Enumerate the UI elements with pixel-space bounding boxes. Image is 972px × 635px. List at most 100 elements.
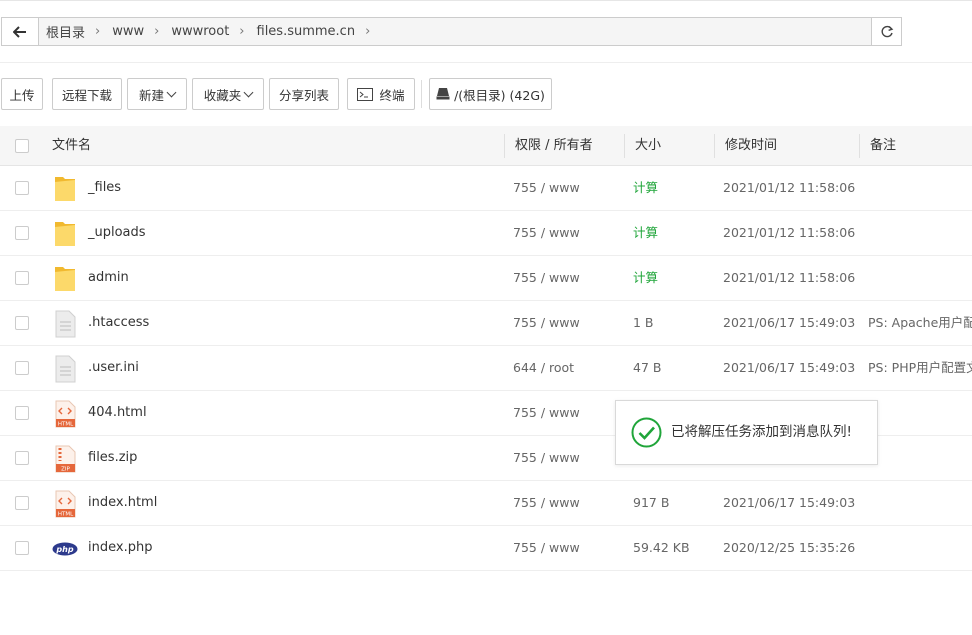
- folder-icon: [55, 222, 75, 246]
- php-label: php: [55, 545, 73, 554]
- refresh-button[interactable]: [871, 18, 901, 45]
- zip-label: ZIP: [61, 467, 70, 473]
- php-file-icon: php: [52, 542, 78, 556]
- row-checkbox[interactable]: [15, 406, 29, 420]
- html-label: HTML: [58, 422, 74, 428]
- breadcrumb-root[interactable]: 根目录: [46, 22, 85, 41]
- header-mtime[interactable]: 修改时间: [725, 126, 777, 166]
- file-permission[interactable]: 755 / www: [513, 391, 580, 435]
- file-name[interactable]: index.html: [88, 481, 157, 525]
- terminal-button[interactable]: 终端: [347, 78, 415, 110]
- breadcrumb-site[interactable]: files.summe.cn: [257, 24, 356, 39]
- text-file-icon: [55, 310, 76, 338]
- header-permission[interactable]: 权限 / 所有者: [515, 126, 593, 166]
- file-permission[interactable]: 755 / www: [513, 211, 580, 255]
- hard-drive-icon: [436, 88, 450, 100]
- remote-download-button[interactable]: 远程下载: [52, 78, 122, 110]
- column-divider: [504, 134, 505, 158]
- terminal-icon: [357, 87, 374, 101]
- file-permission[interactable]: 755 / www: [513, 436, 580, 480]
- breadcrumb-www[interactable]: www: [112, 24, 144, 39]
- row-checkbox[interactable]: [15, 451, 29, 465]
- upload-button-label: 上传: [9, 87, 35, 103]
- arrow-left-icon: [13, 25, 26, 38]
- row-checkbox[interactable]: [15, 226, 29, 240]
- file-permission[interactable]: 755 / www: [513, 256, 580, 300]
- folder-icon: [55, 177, 75, 201]
- file-permission[interactable]: 755 / www: [513, 166, 580, 210]
- back-button[interactable]: [2, 18, 39, 45]
- file-permission[interactable]: 644 / root: [513, 346, 574, 390]
- file-note[interactable]: PS: Apache用户配置: [868, 301, 972, 345]
- chevron-down-icon: [166, 87, 177, 97]
- calculate-size-link[interactable]: 计算: [633, 256, 658, 300]
- file-mtime: 2020/12/25 15:35:26: [723, 540, 856, 555]
- terminal-label: 终端: [379, 87, 405, 103]
- file-name[interactable]: admin: [88, 256, 129, 300]
- breadcrumb-wwwroot[interactable]: wwwroot: [171, 24, 229, 39]
- select-all-checkbox[interactable]: [15, 139, 29, 153]
- new-dropdown-button[interactable]: 新建: [127, 78, 187, 110]
- row-checkbox[interactable]: [15, 316, 29, 330]
- header-note[interactable]: 备注: [870, 126, 896, 166]
- row-checkbox[interactable]: [15, 271, 29, 285]
- file-name[interactable]: index.php: [88, 526, 152, 570]
- table-row[interactable]: php index.php 755 / www 59.42 KB 2020/12…: [0, 526, 972, 571]
- favorites-dropdown-button[interactable]: 收藏夹: [192, 78, 264, 110]
- chevron-right-icon: ›: [154, 24, 160, 39]
- breadcrumb: 根目录 › www › wwwroot › files.summe.cn ›: [38, 18, 382, 45]
- text-file-icon: [55, 355, 76, 383]
- table-row[interactable]: _uploads 755 / www 计算 2021/01/12 11:58:0…: [0, 211, 972, 256]
- table-row[interactable]: _files 755 / www 计算 2021/01/12 11:58:06: [0, 166, 972, 211]
- file-name[interactable]: _uploads: [88, 211, 146, 255]
- file-mtime: 2021/01/12 11:58:06: [723, 270, 856, 285]
- file-table-header: 文件名 权限 / 所有者 大小 修改时间 备注: [0, 126, 972, 166]
- disk-button[interactable]: /(根目录) (42G): [429, 78, 552, 110]
- file-mtime: 2021/01/12 11:58:06: [723, 180, 856, 195]
- file-permission[interactable]: 755 / www: [513, 301, 580, 345]
- divider: [0, 62, 972, 63]
- file-mtime: 2021/01/12 11:58:06: [723, 225, 856, 240]
- chevron-down-icon: [243, 87, 254, 97]
- top-divider: [0, 0, 972, 1]
- chevron-right-icon: ›: [95, 24, 101, 39]
- row-checkbox[interactable]: [15, 181, 29, 195]
- table-row[interactable]: HTML index.html 755 / www 917 B 2021/06/…: [0, 481, 972, 526]
- header-filename[interactable]: 文件名: [52, 126, 91, 166]
- column-divider: [714, 134, 715, 158]
- file-size: 59.42 KB: [633, 540, 690, 555]
- table-row[interactable]: .user.ini 644 / root 47 B 2021/06/17 15:…: [0, 346, 972, 391]
- disk-label: /(根目录) (42G): [454, 87, 545, 103]
- favorites-label: 收藏夹: [203, 87, 242, 103]
- check-circle-icon: [631, 417, 662, 448]
- file-name[interactable]: .htaccess: [88, 301, 149, 345]
- file-name[interactable]: .user.ini: [88, 346, 139, 390]
- file-mtime: 2021/06/17 15:49:03: [723, 315, 856, 330]
- toast-message: 已将解压任务添加到消息队列!: [671, 424, 852, 440]
- file-permission[interactable]: 755 / www: [513, 481, 580, 525]
- table-row[interactable]: .htaccess 755 / www 1 B 2021/06/17 15:49…: [0, 301, 972, 346]
- table-row[interactable]: admin 755 / www 计算 2021/01/12 11:58:06: [0, 256, 972, 301]
- file-name[interactable]: 404.html: [88, 391, 147, 435]
- html-file-icon: HTML: [55, 490, 76, 518]
- upload-button[interactable]: 上传: [1, 78, 43, 110]
- chevron-right-icon: ›: [365, 24, 371, 39]
- row-checkbox[interactable]: [15, 361, 29, 375]
- row-checkbox[interactable]: [15, 541, 29, 555]
- refresh-icon: [881, 25, 893, 37]
- html-file-icon: HTML: [55, 400, 76, 428]
- file-mtime: 2021/06/17 15:49:03: [723, 495, 856, 510]
- row-checkbox[interactable]: [15, 496, 29, 510]
- header-size[interactable]: 大小: [635, 126, 661, 166]
- calculate-size-link[interactable]: 计算: [633, 166, 658, 210]
- share-list-label: 分享列表: [278, 87, 329, 103]
- file-permission[interactable]: 755 / www: [513, 526, 580, 570]
- share-list-button[interactable]: 分享列表: [269, 78, 339, 110]
- new-label: 新建: [138, 87, 164, 103]
- file-note[interactable]: PS: PHP用户配置文: [868, 346, 972, 390]
- file-name[interactable]: files.zip: [88, 436, 137, 480]
- html-label: HTML: [58, 512, 74, 518]
- calculate-size-link[interactable]: 计算: [633, 211, 658, 255]
- toolbar-separator: [421, 80, 422, 108]
- file-name[interactable]: _files: [88, 166, 121, 210]
